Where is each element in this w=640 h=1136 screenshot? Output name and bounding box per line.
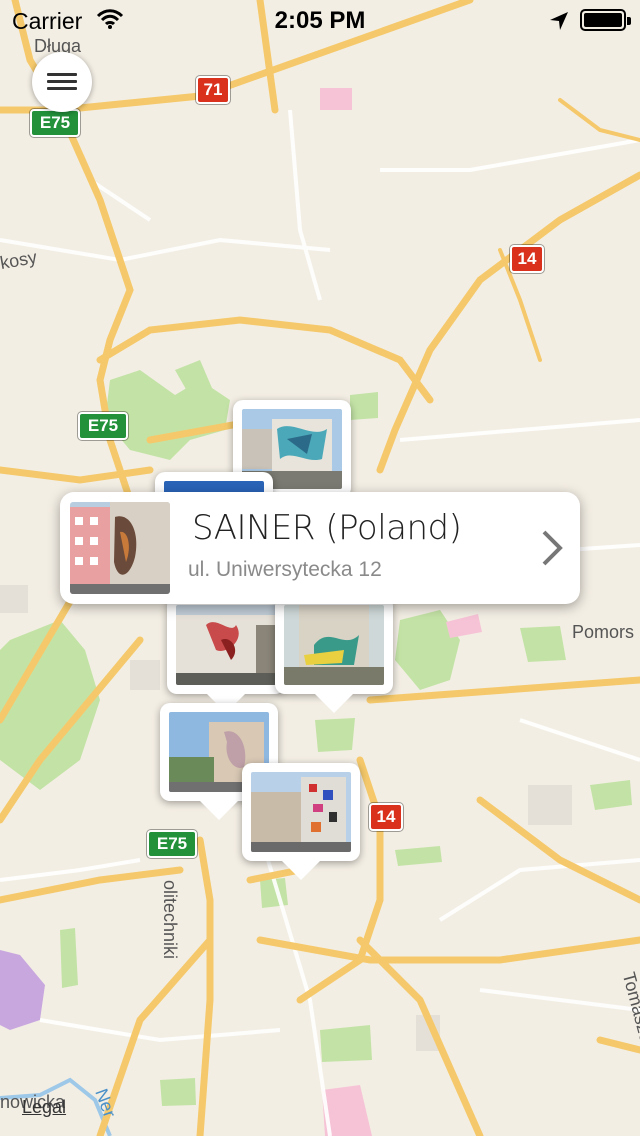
callout-subtitle: ul. Uniwersytecka 12	[188, 558, 382, 581]
mural-thumbnail	[284, 605, 384, 685]
callout-title: SAINER (Poland)	[192, 508, 462, 548]
road-shield-e75: E75	[78, 412, 128, 440]
hamburger-menu-icon	[47, 73, 77, 76]
mural-pin[interactable]	[242, 763, 360, 880]
road-shield-71: 71	[196, 76, 230, 104]
mural-callout[interactable]: SAINER (Poland) ul. Uniwersytecka 12	[60, 492, 580, 604]
street-label-pomorska: Pomors	[572, 622, 635, 642]
chevron-right-icon[interactable]	[540, 530, 564, 571]
battery-icon	[580, 9, 631, 31]
menu-button[interactable]	[32, 52, 92, 112]
road-shield-14: 14	[510, 245, 544, 273]
location-arrow-icon	[548, 10, 570, 37]
legal-link[interactable]: Legal	[22, 1097, 66, 1118]
street-label-politechniki: olitechniki	[160, 880, 180, 960]
mural-pin[interactable]	[167, 596, 285, 713]
road-shield-e75: E75	[147, 830, 197, 858]
road-shield-14: 14	[369, 803, 403, 831]
mural-thumbnail	[176, 605, 276, 685]
mural-thumbnail	[70, 502, 170, 594]
hamburger-menu-icon	[47, 80, 77, 83]
hamburger-menu-icon	[47, 87, 77, 90]
mural-thumbnail	[251, 772, 351, 852]
status-bar: Carrier 2:05 PM	[0, 0, 640, 40]
status-time: 2:05 PM	[274, 7, 366, 34]
road-shield-e75: E75	[30, 109, 80, 137]
mural-pin[interactable]	[275, 596, 393, 713]
